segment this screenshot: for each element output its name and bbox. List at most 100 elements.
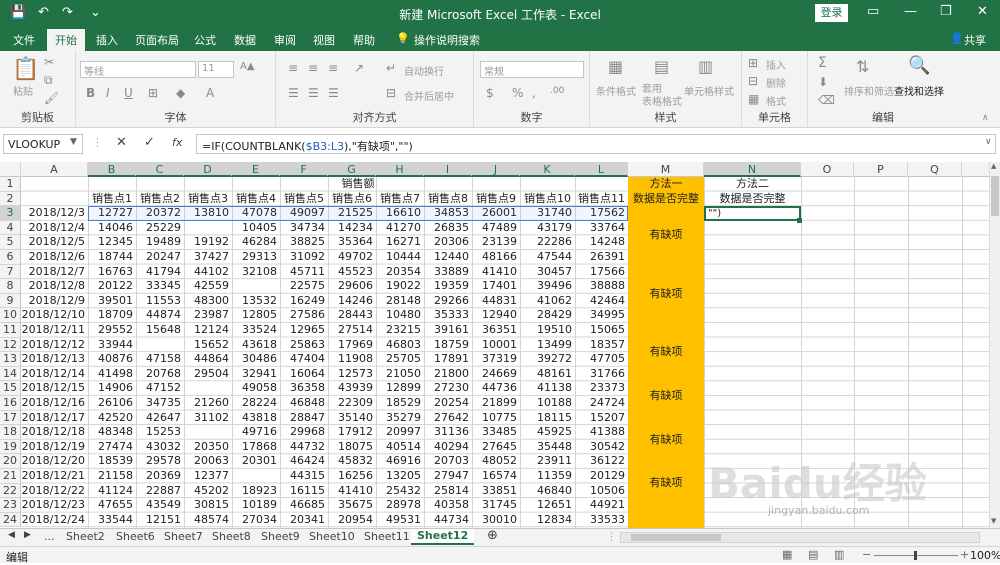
column-header-l[interactable]: L — [575, 162, 628, 177]
row-header[interactable]: 15 — [0, 381, 21, 396]
column-header-g[interactable]: G — [328, 162, 376, 177]
sales-value-cell[interactable]: 12124 — [184, 323, 232, 338]
sales-value-cell[interactable]: 16249 — [280, 294, 328, 309]
sales-value-cell[interactable]: 44864 — [184, 352, 232, 367]
sales-value-cell[interactable]: 38825 — [280, 235, 328, 250]
sales-value-cell[interactable]: 39272 — [520, 352, 575, 367]
sheet-tab-sheet9[interactable]: Sheet9 — [261, 530, 300, 543]
sales-value-cell[interactable]: 10001 — [472, 338, 520, 353]
row-header[interactable]: 12 — [0, 337, 21, 353]
sales-value-cell[interactable]: 27645 — [472, 440, 520, 455]
sales-value-cell[interactable]: 17868 — [232, 440, 280, 455]
sales-value-cell[interactable]: 46284 — [232, 235, 280, 250]
sales-value-cell[interactable]: 48574 — [184, 513, 232, 528]
scroll-up-icon[interactable]: ▲ — [991, 162, 996, 170]
font-size-combo[interactable]: 11 — [198, 61, 234, 78]
sales-value-cell[interactable]: 15253 — [136, 425, 184, 440]
sales-value-cell[interactable]: 27230 — [424, 381, 472, 396]
align-left-icon[interactable]: ☰ — [288, 86, 299, 100]
header-sales-point[interactable]: 销售点7 — [376, 192, 424, 207]
share-button[interactable]: 共享 — [964, 32, 986, 48]
sales-value-cell[interactable]: 43818 — [232, 411, 280, 426]
sales-value-cell[interactable]: 13532 — [232, 294, 280, 309]
date-cell[interactable]: 2018/12/17 — [21, 411, 88, 426]
header-sales-point[interactable]: 销售点6 — [328, 192, 376, 207]
sales-value-cell[interactable]: 27947 — [424, 469, 472, 484]
sales-value-cell[interactable]: 14246 — [328, 294, 376, 309]
missing-flag-cell[interactable]: 有缺项 — [628, 433, 704, 448]
method1-subtitle[interactable]: 数据是否完整 — [628, 192, 704, 207]
column-header-c[interactable]: C — [136, 162, 184, 177]
horizontal-scroll-thumb[interactable] — [631, 534, 721, 541]
sales-value-cell[interactable]: 11908 — [328, 352, 376, 367]
sales-value-cell[interactable]: 42559 — [184, 279, 232, 294]
sales-value-cell[interactable]: 20254 — [424, 396, 472, 411]
row-header[interactable]: 17 — [0, 410, 21, 426]
vertical-scroll-thumb[interactable] — [991, 176, 999, 216]
sales-value-cell[interactable]: 10775 — [472, 411, 520, 426]
sales-value-cell[interactable]: 10188 — [520, 396, 575, 411]
sales-value-cell[interactable]: 12940 — [472, 308, 520, 323]
clear-icon[interactable]: ⌫ — [818, 93, 835, 107]
sales-value-cell[interactable]: 14046 — [88, 221, 136, 236]
sales-value-cell[interactable]: 13205 — [376, 469, 424, 484]
sales-value-cell[interactable]: 14906 — [88, 381, 136, 396]
sales-value-cell[interactable]: 31092 — [280, 250, 328, 265]
sales-value-cell[interactable]: 39496 — [520, 279, 575, 294]
date-cell[interactable]: 2018/12/8 — [21, 279, 88, 294]
align-right-icon[interactable]: ☰ — [328, 86, 339, 100]
prev-sheet-icon[interactable]: ◀ — [8, 530, 15, 540]
find-select-button[interactable]: 查找和选择 — [894, 83, 944, 98]
column-header-h[interactable]: H — [376, 162, 424, 177]
sales-value-cell[interactable]: 26106 — [88, 396, 136, 411]
sales-value-cell[interactable]: 39501 — [88, 294, 136, 309]
sales-value-cell[interactable]: 27474 — [88, 440, 136, 455]
sales-value-cell[interactable]: 46685 — [280, 498, 328, 513]
sales-value-cell[interactable]: 19489 — [136, 235, 184, 250]
sales-value-cell[interactable]: 16064 — [280, 367, 328, 382]
sales-value-cell[interactable]: 30815 — [184, 498, 232, 513]
sales-value-cell[interactable]: 44921 — [575, 498, 628, 513]
row-header[interactable]: 16 — [0, 396, 21, 411]
sales-value-cell[interactable]: 46803 — [376, 338, 424, 353]
sheet-tab-sheet11[interactable]: Sheet11 — [364, 530, 410, 543]
sales-value-cell[interactable]: 33524 — [232, 323, 280, 338]
sales-value-cell[interactable]: 41410 — [472, 265, 520, 280]
sales-value-cell[interactable]: 11553 — [136, 294, 184, 309]
sort-filter-icon[interactable]: ⇅ — [856, 57, 869, 76]
tab-review[interactable]: 审阅 — [274, 32, 296, 48]
row-header[interactable]: 3 — [0, 206, 21, 221]
sales-value-cell[interactable]: 20354 — [376, 265, 424, 280]
sales-value-cell[interactable]: 35140 — [328, 411, 376, 426]
zoom-out-icon[interactable]: − — [862, 548, 871, 561]
sales-value-cell[interactable]: 35364 — [328, 235, 376, 250]
number-format-combo[interactable]: 常规 — [480, 61, 584, 78]
sales-value-cell[interactable]: 18759 — [424, 338, 472, 353]
date-cell[interactable]: 2018/12/18 — [21, 425, 88, 440]
paste-icon[interactable]: 📋 — [12, 57, 39, 82]
enter-icon[interactable]: ✓ — [144, 135, 155, 150]
missing-flag-cell[interactable]: 有缺项 — [628, 389, 704, 404]
column-header-a[interactable]: A — [21, 162, 88, 177]
sales-value-cell[interactable]: 44734 — [424, 513, 472, 528]
sales-value-cell[interactable]: 18529 — [376, 396, 424, 411]
sales-value-cell[interactable]: 11359 — [520, 469, 575, 484]
sales-value-cell[interactable]: 47152 — [136, 381, 184, 396]
sales-value-cell[interactable]: 40358 — [424, 498, 472, 513]
sales-value-cell[interactable]: 47404 — [280, 352, 328, 367]
sales-value-cell[interactable]: 29606 — [328, 279, 376, 294]
sales-value-cell[interactable]: 48052 — [472, 454, 520, 469]
sales-value-cell[interactable]: 25432 — [376, 484, 424, 499]
date-cell[interactable]: 2018/12/4 — [21, 221, 88, 236]
sales-value-cell[interactable]: 31766 — [575, 367, 628, 382]
sales-value-cell[interactable]: 39161 — [424, 323, 472, 338]
column-header-e[interactable]: E — [232, 162, 280, 177]
sales-value-cell[interactable]: 43179 — [520, 221, 575, 236]
conditional-format-icon[interactable]: ▦ — [608, 57, 623, 76]
zoom-in-icon[interactable]: + — [960, 548, 969, 561]
header-sales-point[interactable]: 销售点1 — [88, 192, 136, 207]
page-layout-view-icon[interactable]: ▤ — [808, 548, 818, 561]
row-header[interactable]: 7 — [0, 264, 21, 280]
tab-file[interactable]: 文件 — [13, 32, 35, 48]
sales-value-cell[interactable]: 20768 — [136, 367, 184, 382]
